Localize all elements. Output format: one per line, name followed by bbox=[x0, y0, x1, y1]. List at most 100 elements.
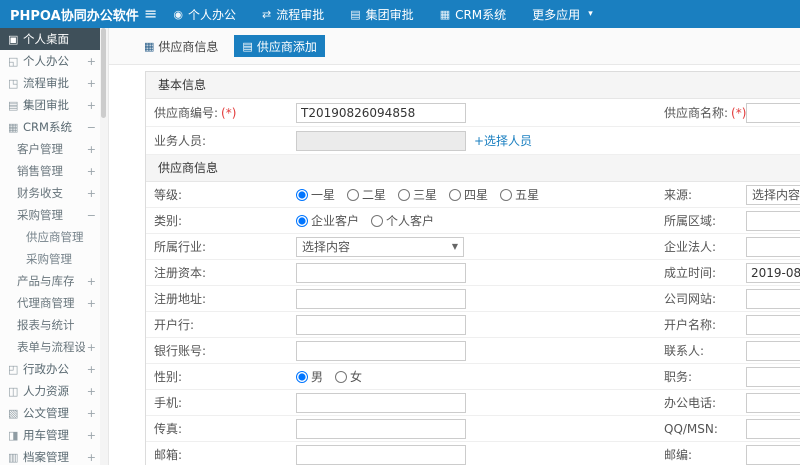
form-row: 注册资本: 成立时间: bbox=[146, 260, 800, 286]
required-marker: (*) bbox=[731, 106, 747, 120]
topnav-item-workflow-approval[interactable]: ⇄ 流程审批 bbox=[262, 6, 324, 23]
expand-plus-icon[interactable]: + bbox=[87, 385, 96, 398]
sidebar-item-purchase-management[interactable]: 采购管理 − bbox=[0, 204, 100, 226]
sidebar-item-purchasing[interactable]: 采购管理 bbox=[0, 248, 100, 270]
fax-input[interactable] bbox=[296, 418, 466, 439]
region-input[interactable] bbox=[746, 210, 800, 231]
business-person-input[interactable] bbox=[296, 130, 466, 151]
registered-capital-input[interactable] bbox=[296, 262, 466, 283]
category-option-0[interactable]: 企业客户 bbox=[296, 212, 359, 229]
sidebar-item-admin-office[interactable]: ◰ 行政办公 + bbox=[0, 358, 100, 380]
sidebar-item-human-resources[interactable]: ◫ 人力资源 + bbox=[0, 380, 100, 402]
sidebar-item-vehicle-management[interactable]: ◨ 用车管理 + bbox=[0, 424, 100, 446]
level-option-0[interactable]: 一星 bbox=[296, 186, 335, 203]
gender-option-0[interactable]: 男 bbox=[296, 368, 323, 385]
level-radio-input[interactable] bbox=[500, 188, 513, 201]
expand-plus-icon[interactable]: + bbox=[87, 55, 96, 68]
legal-person-input[interactable] bbox=[746, 236, 800, 257]
mobile-label: 手机: bbox=[154, 396, 183, 410]
tab-supplier-add[interactable]: ▤ 供应商添加 bbox=[234, 35, 325, 57]
sidebar-item-customer-management[interactable]: 客户管理 + bbox=[0, 138, 100, 160]
account-name-input[interactable] bbox=[746, 314, 800, 335]
sidebar-item-reports-statistics[interactable]: 报表与统计 bbox=[0, 314, 100, 336]
sidebar-item-finance-income-expense[interactable]: 财务收支 + bbox=[0, 182, 100, 204]
category-radio-group: 企业客户 个人客户 bbox=[296, 212, 446, 229]
radio-label: 一星 bbox=[311, 188, 336, 202]
level-option-4[interactable]: 五星 bbox=[500, 186, 539, 203]
email-input[interactable] bbox=[296, 444, 466, 465]
expand-plus-icon[interactable]: + bbox=[87, 165, 96, 178]
registered-address-input[interactable] bbox=[296, 288, 466, 309]
category-radio-input[interactable] bbox=[371, 214, 384, 227]
sidebar-item-form-workflow-settings[interactable]: 表单与流程设置+ bbox=[0, 336, 100, 358]
contact-person-input[interactable] bbox=[746, 340, 800, 361]
bank-input[interactable] bbox=[296, 314, 466, 335]
gender-option-1[interactable]: 女 bbox=[335, 368, 362, 385]
expand-plus-icon[interactable]: + bbox=[87, 363, 96, 376]
topnav-item-personal-office[interactable]: ◉ 个人办公 bbox=[173, 6, 236, 23]
source-select[interactable]: 选择内容▼ bbox=[746, 184, 800, 205]
expand-plus-icon[interactable]: + bbox=[87, 143, 96, 156]
category-option-1[interactable]: 个人客户 bbox=[371, 212, 434, 229]
established-date-input[interactable] bbox=[746, 262, 800, 283]
qq-msn-input[interactable] bbox=[746, 418, 800, 439]
bank-account-input[interactable] bbox=[296, 340, 466, 361]
level-radio-input[interactable] bbox=[449, 188, 462, 201]
sidebar-item-supplier-management[interactable]: 供应商管理 bbox=[0, 226, 100, 248]
sidebar-item-official-documents[interactable]: ▧ 公文管理 + bbox=[0, 402, 100, 424]
supplier-code-input[interactable] bbox=[296, 102, 466, 123]
level-radio-input[interactable] bbox=[296, 188, 308, 201]
collapse-minus-icon[interactable]: − bbox=[87, 121, 96, 134]
expand-plus-icon[interactable]: + bbox=[87, 407, 96, 420]
sidebar-item-archive-management[interactable]: ▥ 档案管理 + bbox=[0, 446, 100, 465]
sidebar-item-label: 用车管理 bbox=[23, 428, 69, 442]
topnav-item-group-approval[interactable]: ▤ 集团审批 bbox=[350, 6, 413, 23]
select-value: 选择内容 bbox=[302, 240, 351, 254]
office-phone-input[interactable] bbox=[746, 392, 800, 413]
registered-capital-label: 注册资本: bbox=[154, 266, 207, 280]
expand-plus-icon[interactable]: + bbox=[87, 451, 96, 464]
zipcode-input[interactable] bbox=[746, 444, 800, 465]
industry-select[interactable]: 选择内容 ▼ bbox=[296, 236, 464, 257]
expand-plus-icon[interactable]: + bbox=[87, 297, 96, 310]
supplier-code-label: 供应商编号: (*) bbox=[154, 106, 237, 120]
category-radio-input[interactable] bbox=[296, 214, 308, 227]
select-person-link[interactable]: +选择人员 bbox=[474, 132, 532, 149]
company-website-input[interactable] bbox=[746, 288, 800, 309]
menu-toggle-icon[interactable]: ≡ bbox=[144, 6, 157, 22]
sidebar-item-personal-office[interactable]: ◱ 个人办公 + bbox=[0, 50, 100, 72]
tab-supplier-info[interactable]: ▦ 供应商信息 bbox=[136, 35, 226, 57]
sidebar-item-crm-system[interactable]: ▦ CRM系统 − bbox=[0, 116, 100, 138]
mobile-input[interactable] bbox=[296, 392, 466, 413]
sidebar-scrollbar[interactable] bbox=[100, 28, 109, 465]
sidebar-item-workflow-approval[interactable]: ◳ 流程审批 + bbox=[0, 72, 100, 94]
sidebar-item-agent-management[interactable]: 代理商管理 + bbox=[0, 292, 100, 314]
level-option-1[interactable]: 二星 bbox=[347, 186, 386, 203]
expand-plus-icon[interactable]: + bbox=[87, 341, 96, 354]
topnav-item-more-apps[interactable]: 更多应用 ▾ bbox=[532, 6, 593, 23]
scrollbar-thumb[interactable] bbox=[101, 28, 106, 118]
level-radio-input[interactable] bbox=[347, 188, 360, 201]
position-input[interactable] bbox=[746, 366, 800, 387]
form-row: 供应商编号:(*) 供应商名称:(*) bbox=[146, 99, 800, 127]
registered-address-label: 注册地址: bbox=[154, 292, 207, 306]
expand-plus-icon[interactable]: + bbox=[87, 429, 96, 442]
collapse-minus-icon[interactable]: − bbox=[87, 209, 96, 222]
sidebar-item-group-approval[interactable]: ▤ 集团审批 + bbox=[0, 94, 100, 116]
expand-plus-icon[interactable]: + bbox=[87, 187, 96, 200]
sidebar-item-label: 表单与流程设置 bbox=[17, 340, 85, 354]
expand-plus-icon[interactable]: + bbox=[87, 99, 96, 112]
expand-plus-icon[interactable]: + bbox=[87, 77, 96, 90]
sidebar-item-sales-management[interactable]: 销售管理 + bbox=[0, 160, 100, 182]
gender-radio-input[interactable] bbox=[296, 370, 308, 383]
gender-radio-input[interactable] bbox=[335, 370, 348, 383]
sidebar-item-personal-desktop[interactable]: ▣ 个人桌面 bbox=[0, 28, 100, 50]
topnav-item-crm-system[interactable]: ▦ CRM系统 bbox=[440, 6, 506, 23]
sidebar-item-product-inventory[interactable]: 产品与库存 + bbox=[0, 270, 100, 292]
level-option-3[interactable]: 四星 bbox=[449, 186, 488, 203]
form-row: 类别: 企业客户 个人客户 所属区域: bbox=[146, 208, 800, 234]
supplier-name-input[interactable] bbox=[746, 102, 800, 123]
expand-plus-icon[interactable]: + bbox=[87, 275, 96, 288]
level-radio-input[interactable] bbox=[398, 188, 411, 201]
level-option-2[interactable]: 三星 bbox=[398, 186, 437, 203]
